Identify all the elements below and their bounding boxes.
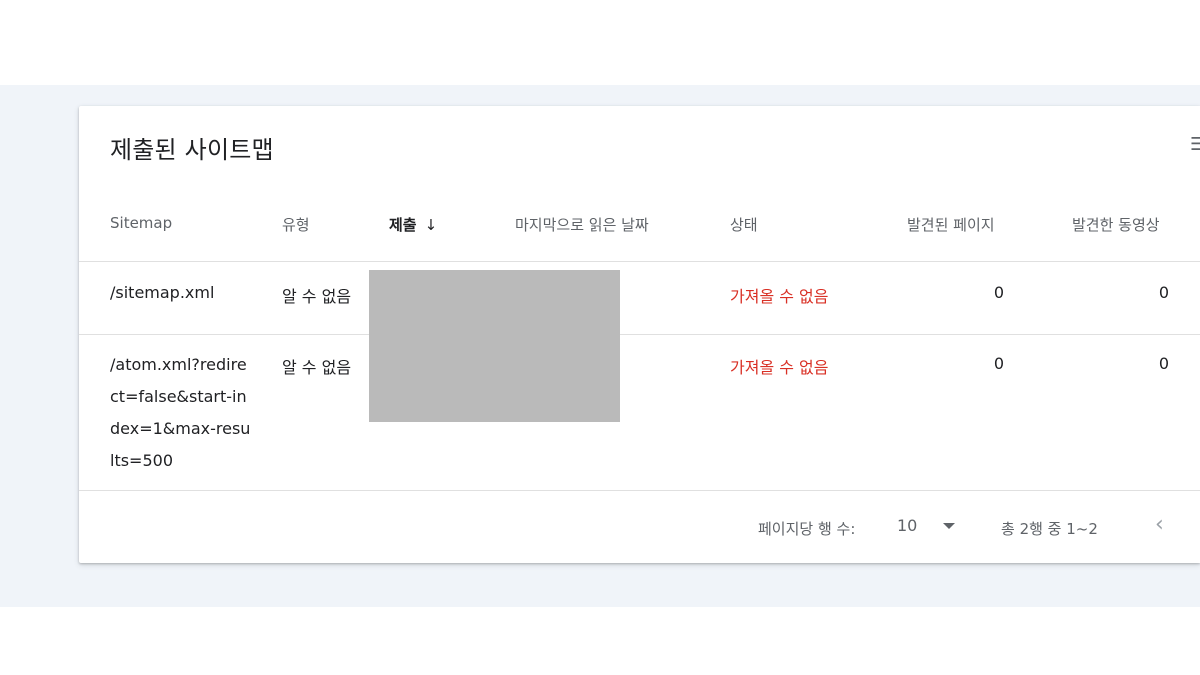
column-header-last-read[interactable]: 마지막으로 읽은 날짜 xyxy=(515,214,649,235)
header-divider xyxy=(79,261,1200,262)
rows-per-page-select[interactable]: 10 xyxy=(897,516,956,535)
column-header-submitted-label: 제출 xyxy=(389,216,417,234)
rows-per-page-value: 10 xyxy=(897,516,918,535)
column-header-pages[interactable]: 발견된 페이지 xyxy=(907,214,995,235)
rows-per-page-label: 페이지당 행 수: xyxy=(758,520,856,538)
chevron-left-icon[interactable]: ‹ xyxy=(1155,512,1164,537)
row-2-type: 알 수 없음 xyxy=(282,358,352,377)
row-2-sitemap-link[interactable]: /atom.xml?redirect=false&start-index=1&m… xyxy=(110,349,252,477)
row-2-status: 가져올 수 없음 xyxy=(730,358,829,377)
row-2-videos: 0 xyxy=(1158,354,1169,373)
row-1-videos: 0 xyxy=(1158,283,1169,302)
column-header-type[interactable]: 유형 xyxy=(282,214,310,235)
column-header-submitted[interactable]: 제출 ↓ xyxy=(389,214,437,235)
column-header-status[interactable]: 상태 xyxy=(730,214,758,235)
row-2-pages: 0 xyxy=(993,354,1004,373)
row-divider xyxy=(79,334,1200,335)
pagination-range: 총 2행 중 1~2 xyxy=(1001,520,1098,538)
submitted-sitemaps-card: 제출된 사이트맵 ☰ Sitemap 유형 제출 ↓ 마지막으로 읽은 날짜 상태… xyxy=(79,106,1200,563)
row-1-type: 알 수 없음 xyxy=(282,287,352,306)
row-1-pages: 0 xyxy=(993,283,1004,302)
redacted-dates-block xyxy=(369,270,620,422)
arrow-down-icon: ↓ xyxy=(424,216,438,234)
table-bottom-divider xyxy=(79,490,1200,491)
column-header-sitemap[interactable]: Sitemap xyxy=(110,214,172,232)
row-1-sitemap-link[interactable]: /sitemap.xml xyxy=(110,283,214,302)
card-title: 제출된 사이트맵 xyxy=(110,136,274,164)
column-header-videos[interactable]: 발견한 동영상 xyxy=(1072,214,1160,235)
row-1-status: 가져올 수 없음 xyxy=(730,287,829,306)
caret-down-icon xyxy=(943,522,956,529)
filter-icon[interactable]: ☰ xyxy=(1190,134,1200,155)
